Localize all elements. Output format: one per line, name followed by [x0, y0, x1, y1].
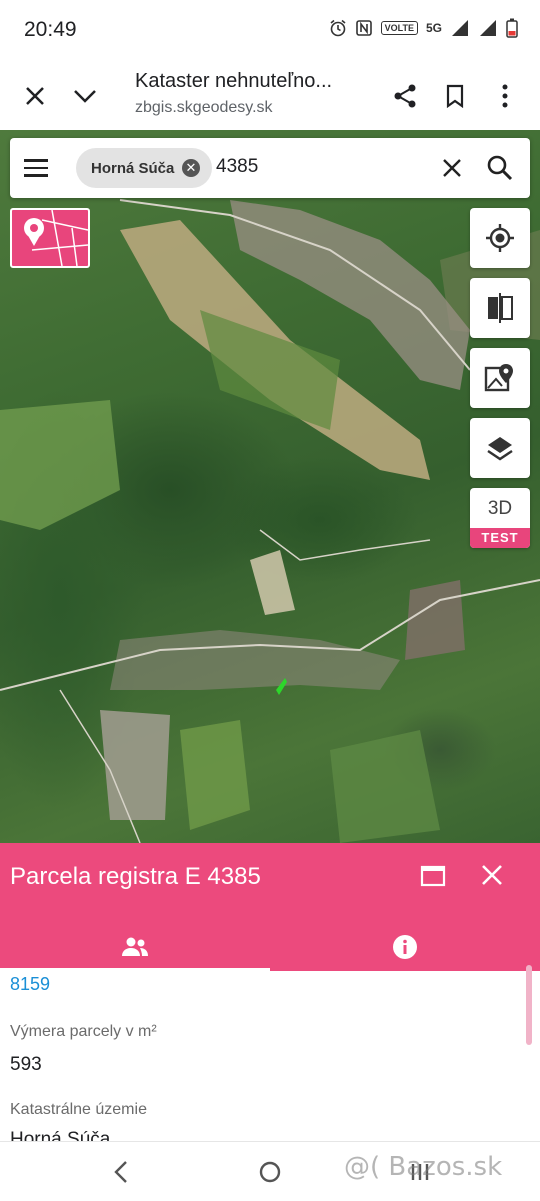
cadastral-area-label: Katastrálne územie: [10, 1101, 147, 1118]
network-type: 5G: [425, 21, 442, 35]
compare-button[interactable]: [470, 278, 530, 338]
layers-button[interactable]: [470, 418, 530, 478]
parcel-details: 8159 Výmera parcely v m² 593 Katastrálne…: [0, 971, 540, 1141]
menu-icon: [24, 159, 48, 162]
cadastral-area-chip[interactable]: Horná Súča ✕: [76, 148, 212, 188]
chevron-down-icon: [74, 90, 96, 103]
battery-icon: [506, 18, 518, 38]
my-location-button[interactable]: [470, 208, 530, 268]
search-input[interactable]: 4385: [216, 156, 258, 178]
share-icon: [394, 84, 416, 108]
people-icon: [122, 937, 148, 956]
panel-scrollbar[interactable]: [526, 965, 532, 1045]
parcel-title: Parcela registra E 4385: [10, 863, 261, 890]
partial-link-value[interactable]: 8159: [10, 974, 50, 995]
3d-test-button[interactable]: 3D TEST: [470, 488, 530, 548]
nfc-icon: [355, 20, 372, 36]
watermark: @( Bazos.sk: [344, 1152, 503, 1182]
back-button[interactable]: [106, 1156, 138, 1188]
close-icon: [26, 87, 44, 105]
home-button[interactable]: [254, 1156, 286, 1188]
area-value: 593: [10, 1054, 42, 1075]
close-tab-button[interactable]: [13, 74, 57, 118]
parcel-panel-header: Parcela registra E 4385: [0, 843, 540, 971]
parcel-map-icon: [24, 209, 89, 267]
3d-label: 3D: [487, 498, 513, 519]
tab-info[interactable]: [270, 923, 540, 971]
search-bar: Horná Súča ✕ 4385: [10, 138, 530, 198]
status-bar: 20:49 VOLTE 5G: [0, 0, 540, 62]
alarm-icon: [330, 19, 346, 37]
bookmark-button[interactable]: [433, 74, 477, 118]
status-icons: VOLTE 5G: [329, 18, 518, 38]
more-vert-icon: [502, 84, 508, 108]
chip-remove-button[interactable]: ✕: [182, 159, 200, 177]
layers-icon: [487, 437, 513, 461]
more-options-button[interactable]: [483, 74, 527, 118]
page-url: zbgis.skgeodesy.sk: [135, 99, 273, 116]
menu-button[interactable]: [24, 150, 60, 186]
area-label: Výmera parcely v m²: [10, 1023, 157, 1040]
share-button[interactable]: [383, 74, 427, 118]
compare-icon: [488, 293, 513, 323]
volte-icon: VOLTE: [380, 21, 418, 35]
google-maps-button[interactable]: [470, 348, 530, 408]
bookmark-icon: [446, 84, 464, 108]
close-panel-button[interactable]: [480, 863, 510, 893]
signal-icon: [480, 20, 496, 36]
map-pin-icon: [484, 364, 513, 392]
close-icon: [482, 865, 502, 885]
info-icon: [393, 935, 417, 959]
signal-icon: [452, 20, 468, 36]
cadastre-layer-toggle[interactable]: [10, 208, 90, 268]
home-icon: [259, 1161, 281, 1183]
chip-label: Horná Súča: [91, 159, 175, 177]
browser-toolbar: Kataster nehnuteľno... zbgis.skgeodesy.s…: [0, 62, 540, 130]
search-icon: [487, 155, 513, 181]
system-nav-bar: @( Bazos.sk: [0, 1141, 540, 1201]
search-button[interactable]: [486, 154, 514, 182]
maximize-icon: [420, 865, 446, 887]
maximize-panel-button[interactable]: [420, 863, 450, 893]
back-icon: [114, 1161, 127, 1183]
gps-icon: [486, 224, 514, 252]
page-title: Kataster nehnuteľno...: [135, 70, 333, 92]
clear-search-button[interactable]: [438, 154, 466, 182]
status-time: 20:49: [24, 18, 77, 41]
tab-owners[interactable]: [0, 923, 270, 971]
minimize-button[interactable]: [63, 74, 107, 118]
cadastral-area-value: Horná Súča: [10, 1129, 111, 1141]
test-badge: TEST: [470, 528, 530, 548]
close-icon: [443, 159, 461, 177]
